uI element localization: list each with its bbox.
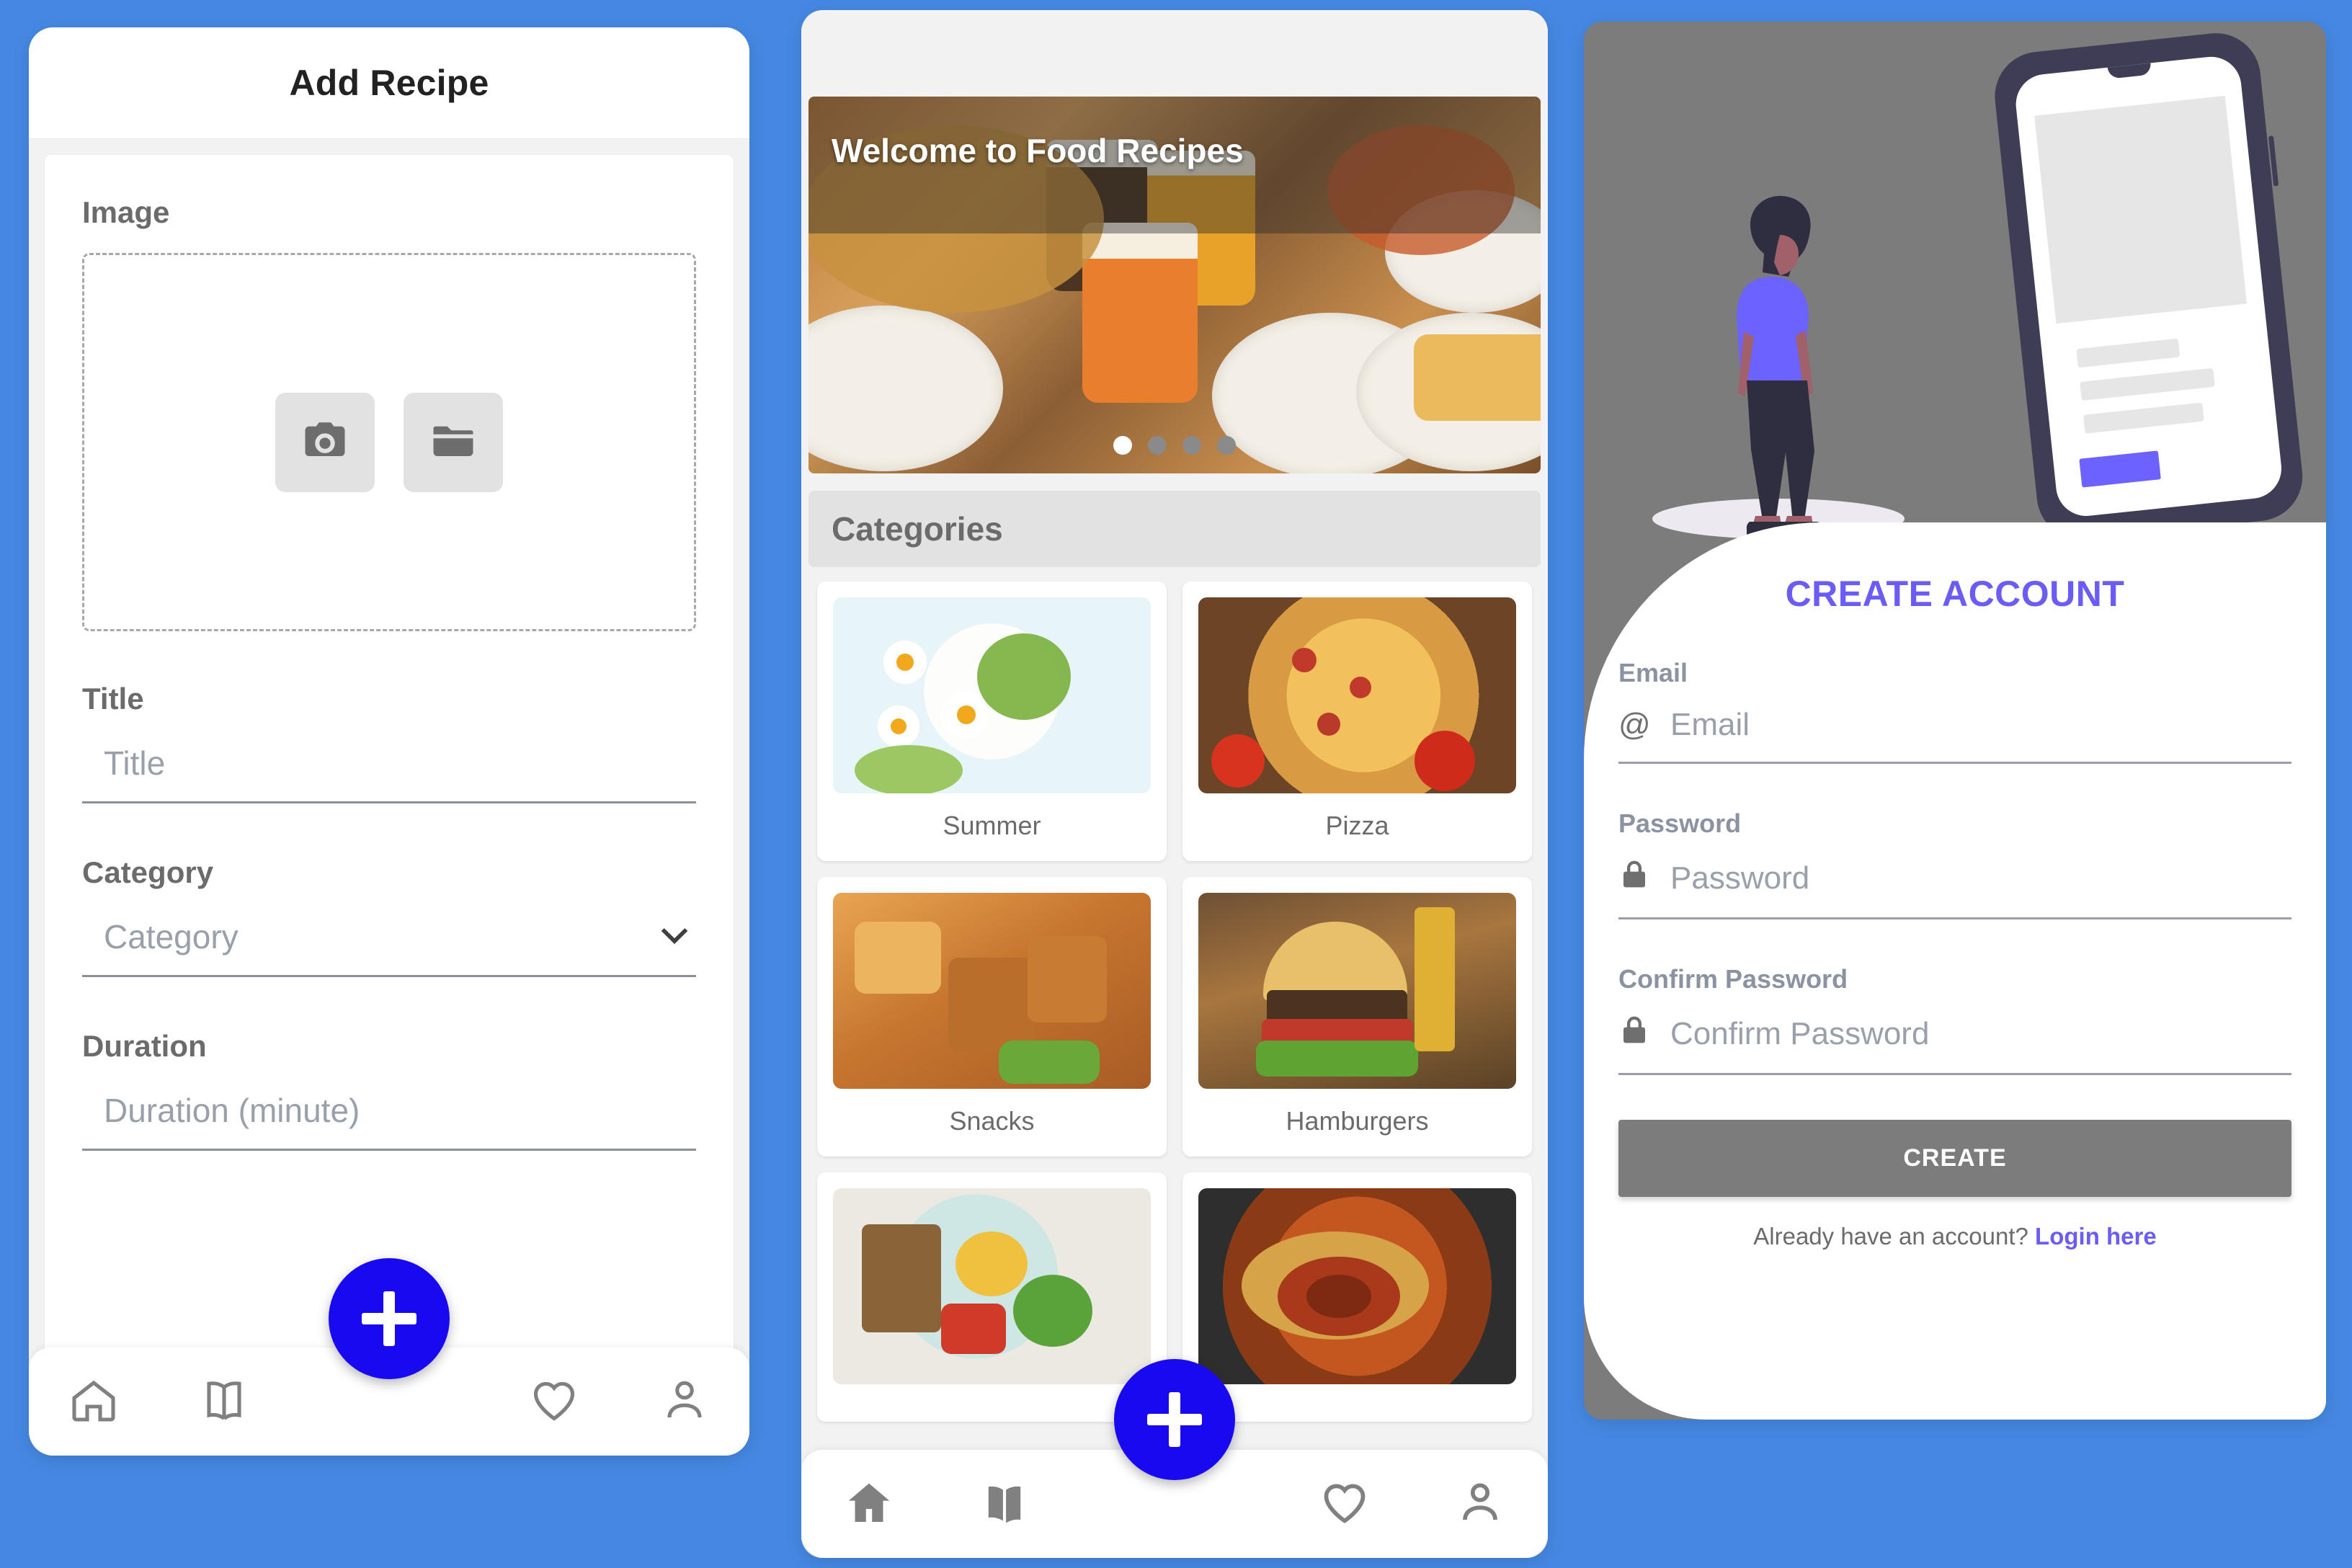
category-image — [1198, 597, 1516, 793]
carousel-dot[interactable] — [1113, 436, 1132, 455]
chevron-down-icon — [659, 917, 690, 956]
email-placeholder: Email — [1670, 707, 1750, 742]
login-here-link[interactable]: Login here — [2035, 1223, 2157, 1250]
sidebar-item-home[interactable] — [68, 1374, 120, 1430]
category-card[interactable]: Hamburgers — [1182, 877, 1532, 1157]
confirm-password-label: Confirm Password — [1618, 964, 1848, 994]
login-prompt: Already have an account? Login here — [1618, 1223, 2291, 1250]
category-label — [833, 1384, 1151, 1422]
duration-label: Duration — [82, 1029, 207, 1063]
category-card[interactable] — [1182, 1172, 1532, 1422]
duration-placeholder: Duration (minute) — [104, 1092, 360, 1129]
screenshot-canvas: Add Recipe Image Title Title Category Ca… — [0, 0, 2352, 1568]
welcome-banner[interactable]: Welcome to Food Recipes — [808, 97, 1541, 473]
category-label: Hamburgers — [1286, 1106, 1429, 1136]
password-field-group: Password Password — [1618, 808, 2291, 919]
category-label: Pizza — [1325, 811, 1389, 840]
camera-icon — [301, 416, 349, 468]
carousel-dot[interactable] — [1148, 436, 1167, 455]
category-label — [1198, 1384, 1516, 1422]
category-image — [833, 597, 1151, 793]
folder-icon — [429, 416, 477, 468]
at-sign-icon: @ — [1618, 707, 1651, 742]
category-select[interactable]: Category — [82, 913, 696, 977]
title-field-group: Title Title — [82, 682, 696, 803]
password-label: Password — [1618, 808, 1742, 838]
confirm-password-placeholder: Confirm Password — [1670, 1015, 1930, 1051]
category-image — [833, 893, 1151, 1089]
category-label: Category — [82, 855, 214, 889]
sidebar-item-home[interactable] — [843, 1476, 895, 1532]
confirm-password-field[interactable]: Confirm Password — [1618, 1013, 2291, 1075]
password-field[interactable]: Password — [1618, 858, 2291, 919]
lock-icon — [1618, 858, 1650, 899]
home-screen: Welcome to Food Recipes Categories Summe… — [801, 10, 1548, 1558]
password-placeholder: Password — [1670, 860, 1810, 896]
carousel-dots[interactable] — [1113, 436, 1236, 455]
category-card[interactable]: Snacks — [817, 877, 1167, 1157]
title-placeholder: Title — [104, 744, 166, 782]
sidebar-item-favorites[interactable] — [1319, 1476, 1371, 1532]
add-recipe-form-card: Image Title Title Category Category Dura… — [45, 155, 734, 1380]
sidebar-item-profile[interactable] — [1454, 1476, 1506, 1532]
title-label: Title — [82, 682, 144, 716]
category-image — [833, 1188, 1151, 1384]
signup-illustration — [1584, 22, 2326, 569]
image-label: Image — [82, 195, 170, 229]
email-field[interactable]: @ Email — [1618, 707, 2291, 764]
add-recipe-screen: Add Recipe Image Title Title Category Ca… — [29, 27, 749, 1456]
signup-sheet: CREATE ACCOUNT Email @ Email Password Pa… — [1584, 522, 2326, 1420]
carousel-dot[interactable] — [1182, 436, 1201, 455]
page-title: Add Recipe — [289, 63, 489, 103]
category-card[interactable]: Summer — [817, 582, 1167, 861]
category-field-group: Category Category — [82, 855, 696, 977]
categories-grid: Summer Pizza Snacks Hamburgers — [801, 582, 1548, 1422]
category-image — [1198, 893, 1516, 1089]
sidebar-item-favorites[interactable] — [528, 1374, 580, 1430]
sidebar-item-profile[interactable] — [659, 1374, 710, 1430]
email-field-group: Email @ Email — [1618, 658, 2291, 764]
category-label: Snacks — [949, 1106, 1035, 1136]
banner-title: Welcome to Food Recipes — [832, 132, 1244, 169]
category-card[interactable] — [817, 1172, 1167, 1422]
carousel-dot[interactable] — [1217, 436, 1236, 455]
create-account-screen: CREATE ACCOUNT Email @ Email Password Pa… — [1584, 22, 2326, 1420]
title-input[interactable]: Title — [82, 739, 696, 803]
category-label: Summer — [943, 811, 1041, 840]
duration-input[interactable]: Duration (minute) — [82, 1087, 696, 1151]
sidebar-item-recipes[interactable] — [979, 1476, 1030, 1532]
confirm-password-field-group: Confirm Password Confirm Password — [1618, 964, 2291, 1075]
image-dropzone[interactable] — [82, 253, 696, 631]
category-card[interactable]: Pizza — [1182, 582, 1532, 861]
sidebar-item-recipes[interactable] — [198, 1374, 250, 1430]
home-body: Welcome to Food Recipes Categories Summe… — [801, 10, 1548, 1558]
email-label: Email — [1618, 658, 1688, 687]
page-title: CREATE ACCOUNT — [1785, 574, 2125, 614]
categories-header: Categories — [808, 491, 1541, 567]
create-button[interactable]: CREATE — [1618, 1120, 2291, 1197]
add-recipe-fab[interactable] — [1114, 1359, 1235, 1480]
camera-button[interactable] — [275, 392, 375, 492]
category-placeholder: Category — [104, 918, 239, 956]
duration-field-group: Duration Duration (minute) — [82, 1029, 696, 1151]
lock-icon — [1618, 1013, 1650, 1054]
add-recipe-fab[interactable] — [329, 1258, 450, 1379]
folder-button[interactable] — [404, 392, 503, 492]
login-prompt-text: Already have an account? — [1753, 1223, 2028, 1250]
category-image — [1198, 1188, 1516, 1384]
app-bar: Add Recipe — [29, 27, 749, 139]
